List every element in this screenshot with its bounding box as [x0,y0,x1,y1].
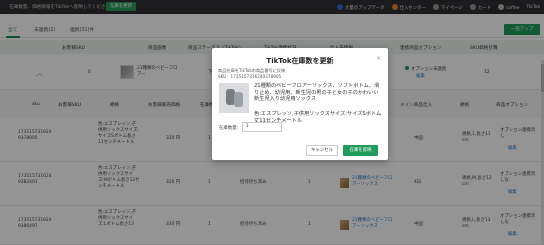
update-stock-button[interactable]: 在庫を反映 [343,145,378,156]
quantity-input[interactable]: 1 [242,122,282,132]
dialog-product-image [219,83,249,113]
update-stock-dialog: TikTok在庫数を更新 × 商品在庫をTikTokの商品番号に反映 SKU：1… [212,48,388,160]
dialog-sku: SKU：1735157316249378905 [218,74,282,79]
close-icon[interactable]: × [376,55,381,62]
dialog-product-name: 21種類のベビーフロアーソックス、ソフトボトム、滑り止め、幼児用、新生児の男の子… [254,83,380,102]
quantity-label: 在庫数量： [219,126,241,131]
cancel-button[interactable]: キャンセル [306,145,338,156]
sock-image-right [234,92,243,107]
dialog-title: TikTok在庫数を更新 [266,57,334,65]
